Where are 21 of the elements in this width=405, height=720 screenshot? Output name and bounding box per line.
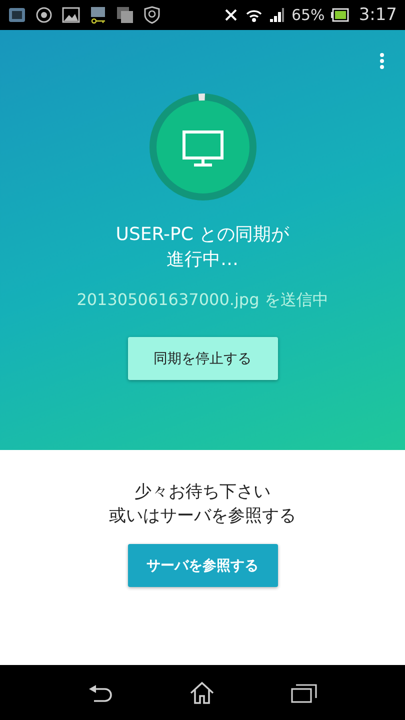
overflow-menu-icon[interactable] [379,52,385,70]
image-icon [62,7,80,23]
stop-sync-button[interactable]: 同期を停止する [128,337,278,380]
sync-status-title: USER-PC との同期が [116,223,290,247]
monitor-icon [182,130,223,166]
wait-message: 少々お待ち下さい [134,481,270,504]
home-icon[interactable] [189,680,216,704]
back-icon[interactable] [88,684,114,702]
wifi-icon [245,7,264,23]
shield-icon [144,6,160,24]
key-icon [90,6,106,24]
battery-percentage: 65% [291,6,325,24]
target-icon [36,7,52,23]
file-transfer-status: 201305061637000.jpg を送信中 [76,290,328,311]
recent-apps-icon[interactable] [291,682,318,702]
clock: 3:17 [358,5,397,25]
cards-icon [116,6,134,24]
battery-icon [330,8,349,22]
signal-icon [269,7,286,23]
wait-message: 或いはサーバを参照する [109,505,296,528]
sync-status-title: 進行中… [166,248,238,272]
